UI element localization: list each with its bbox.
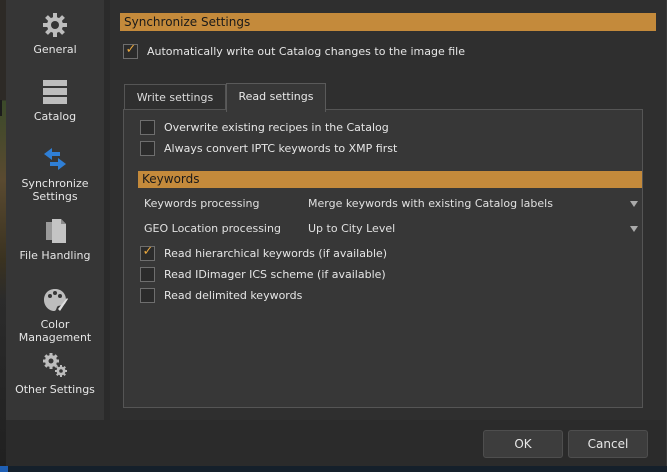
sidebar-item-color-management[interactable]: Color Management — [6, 287, 104, 344]
sidebar-item-synchronize-settings[interactable]: Synchronize Settings — [6, 146, 104, 203]
tab-read-settings[interactable]: Read settings — [226, 83, 326, 112]
convert-iptc-checkbox[interactable]: Always convert IPTC keywords to XMP firs… — [140, 140, 398, 157]
sidebar-item-label: Catalog — [33, 110, 77, 123]
checkmark-icon: ✓ — [142, 243, 154, 259]
delimited-keywords-checkbox[interactable]: Read delimited keywords — [140, 287, 303, 304]
gear-icon — [6, 12, 104, 38]
sidebar-item-catalog[interactable]: Catalog — [6, 79, 104, 123]
gears-icon — [6, 352, 104, 378]
idimager-checkbox[interactable]: Read IDimager ICS scheme (if available) — [140, 266, 386, 283]
checkbox-label: Read delimited keywords — [164, 289, 303, 302]
chevron-down-icon[interactable] — [630, 201, 638, 207]
preferences-dialog: General Catalog Synchronize Settings Fil… — [6, 0, 666, 466]
checkbox-box — [140, 119, 155, 135]
ok-button[interactable]: OK — [483, 430, 563, 458]
taskbar-accent — [0, 466, 8, 472]
geo-processing-label: GEO Location processing — [144, 222, 281, 235]
settings-content: Synchronize Settings ✓ Automatically writ… — [110, 0, 666, 420]
geo-processing-dropdown[interactable]: Up to City Level — [308, 222, 395, 235]
stack-icon — [6, 79, 104, 105]
checkbox-label: Automatically write out Catalog changes … — [147, 45, 465, 58]
sidebar-item-label: General — [33, 43, 77, 56]
hierarchical-keywords-checkbox[interactable]: ✓ Read hierarchical keywords (if availabl… — [140, 243, 388, 262]
background-taskbar — [0, 466, 667, 472]
checkbox-label: Read IDimager ICS scheme (if available) — [164, 268, 386, 281]
checkbox-box — [140, 287, 155, 303]
checkbox-box: ✓ — [123, 41, 138, 59]
chevron-down-icon[interactable] — [630, 226, 638, 232]
overwrite-recipes-checkbox[interactable]: Overwrite existing recipes in the Catalo… — [140, 119, 389, 136]
sidebar-item-label: Synchronize Settings — [21, 177, 89, 203]
read-settings-panel: Overwrite existing recipes in the Catalo… — [123, 109, 643, 408]
section-title-keywords: Keywords — [138, 171, 642, 188]
keywords-processing-dropdown[interactable]: Merge keywords with existing Catalog lab… — [308, 197, 553, 210]
checkbox-label: Read hierarchical keywords (if available… — [164, 247, 388, 260]
auto-write-checkbox[interactable]: ✓ Automatically write out Catalog changes… — [123, 41, 465, 60]
checkbox-label: Overwrite existing recipes in the Catalo… — [164, 121, 389, 134]
sidebar-item-label: Other Settings — [15, 383, 95, 396]
sidebar-item-label: File Handling — [19, 249, 91, 262]
sidebar-item-label: Color Management — [18, 318, 92, 344]
checkbox-box — [140, 266, 155, 282]
sidebar-item-other-settings[interactable]: Other Settings — [6, 352, 104, 396]
cancel-button[interactable]: Cancel — [568, 430, 648, 458]
palette-icon — [6, 287, 104, 313]
checkmark-icon: ✓ — [125, 41, 137, 57]
documents-icon — [6, 218, 104, 244]
sidebar: General Catalog Synchronize Settings Fil… — [6, 0, 104, 420]
checkbox-label: Always convert IPTC keywords to XMP firs… — [164, 142, 398, 155]
section-title-synchronize: Synchronize Settings — [120, 13, 656, 31]
tab-write-settings[interactable]: Write settings — [124, 84, 226, 111]
checkbox-box — [140, 140, 155, 156]
sidebar-item-file-handling[interactable]: File Handling — [6, 218, 104, 262]
background-edge-marker — [0, 100, 2, 116]
sidebar-item-general[interactable]: General — [6, 12, 104, 56]
sync-arrows-icon — [6, 146, 104, 172]
checkbox-box: ✓ — [140, 243, 155, 261]
keywords-processing-label: Keywords processing — [144, 197, 260, 210]
